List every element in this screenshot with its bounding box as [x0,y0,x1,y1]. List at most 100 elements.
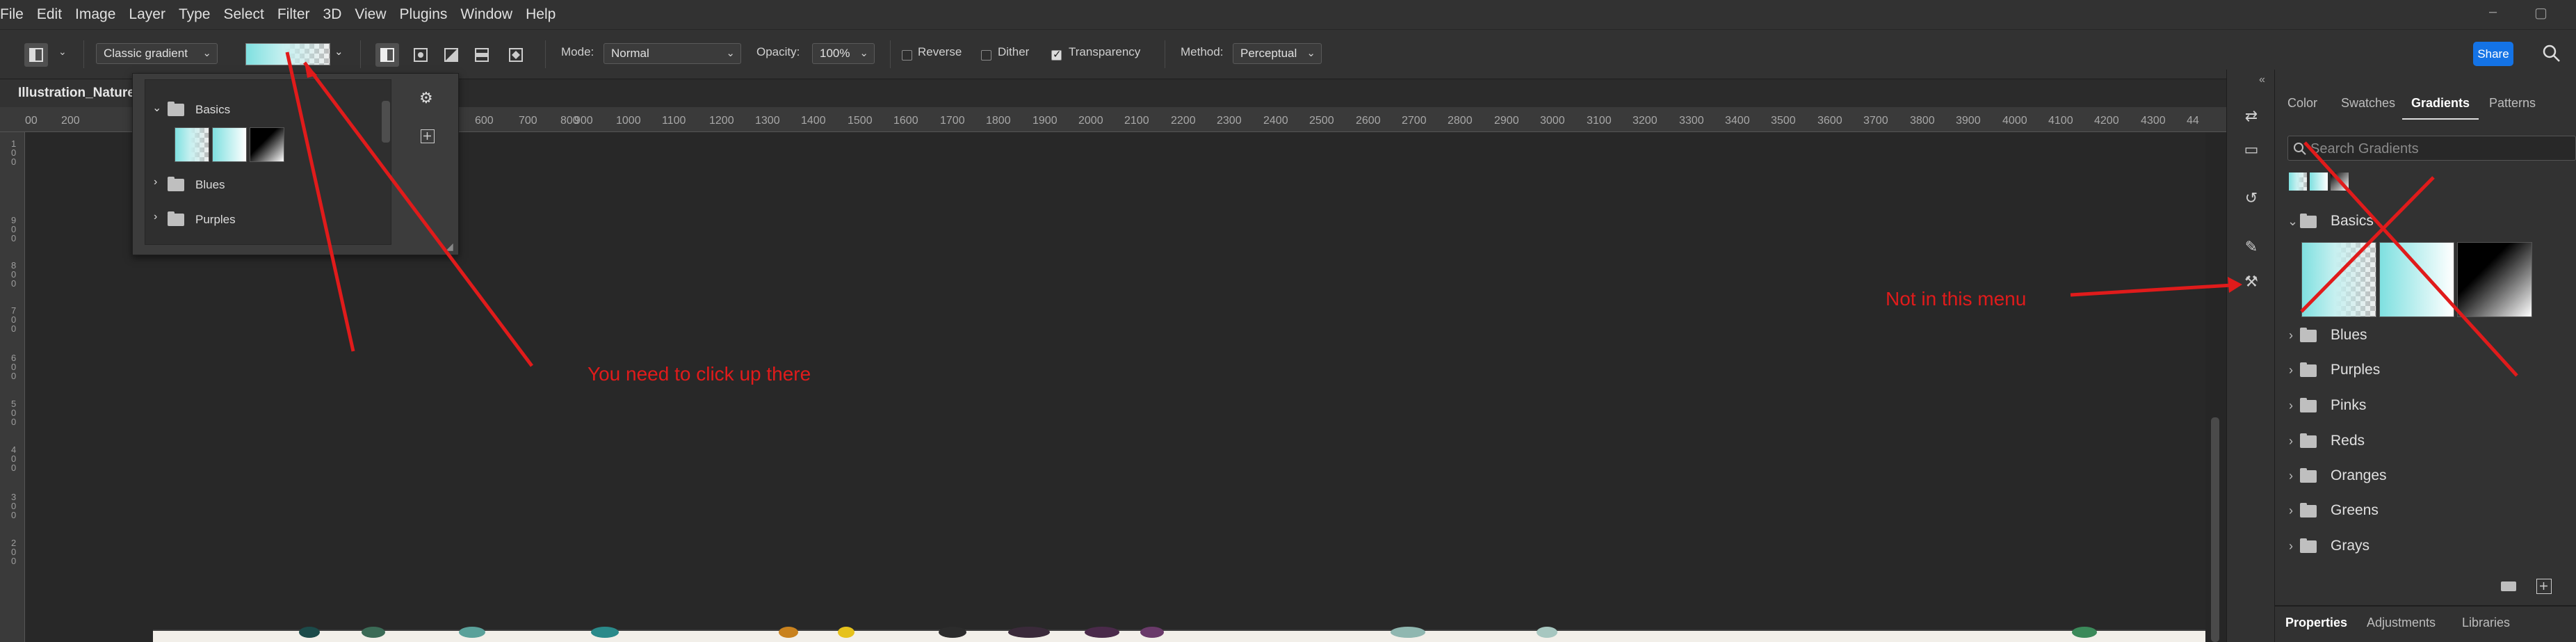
method-dropdown[interactable]: Perceptual ⌄ [1233,43,1322,64]
preset-group-blues[interactable]: › Blues [145,168,375,201]
ruler-tick: 500 [11,399,17,427]
ruler-tick: 00 [25,115,38,127]
group-purples[interactable]: Purples [2331,362,2380,378]
group-label: Purples [195,213,236,226]
history-icon[interactable]: ↺ [2239,186,2263,210]
share-button[interactable]: Share [2473,42,2513,66]
chevron-right-icon[interactable]: › [2289,328,2293,343]
linear-gradient-icon[interactable] [375,43,399,67]
ruler-tick: 2900 [1494,115,1519,127]
comment-icon[interactable]: ▭ [2239,138,2263,161]
search-icon[interactable] [2541,43,2562,64]
new-gradient-icon[interactable] [2536,579,2552,594]
chevron-down-icon[interactable]: ⌄ [2287,214,2298,229]
menu-file[interactable]: File [0,6,24,23]
menu-layer[interactable]: Layer [129,6,165,23]
tool-presets-icon[interactable]: ⚒ [2239,270,2263,294]
gradient-swatch-cyan-white[interactable] [2379,242,2454,317]
menu-3d[interactable]: 3D [323,6,342,23]
menu-edit[interactable]: Edit [37,6,62,23]
gradient-picker-chevron-icon[interactable]: ⌄ [334,45,343,58]
menu-view[interactable]: View [355,6,386,23]
group-greens[interactable]: Greens [2331,502,2379,519]
ruler-tick: 300 [11,492,17,520]
tab-libraries[interactable]: Libraries [2462,616,2510,630]
dither-checkbox[interactable] [981,50,991,61]
recent-gradient-swatch[interactable] [2289,172,2307,191]
mode-dropdown[interactable]: Normal ⌄ [604,43,741,64]
opacity-field[interactable]: 100% ⌄ [812,43,875,64]
group-blues[interactable]: Blues [2331,327,2367,344]
group-grays[interactable]: Grays [2331,538,2370,554]
menu-help[interactable]: Help [526,6,556,23]
scrollbar-thumb[interactable] [2211,417,2219,642]
tab-color[interactable]: Color [2287,96,2317,111]
mode-value: Normal [611,47,649,60]
menu-type[interactable]: Type [179,6,211,23]
tab-gradients[interactable]: Gradients [2411,96,2470,111]
transparency-checkbox[interactable] [1051,48,1062,61]
group-pinks[interactable]: Pinks [2331,397,2366,414]
menu-plugins[interactable]: Plugins [400,6,448,23]
gradient-swatch-cyan-transparent[interactable] [175,127,209,162]
folder-icon [168,177,184,191]
menu-image[interactable]: Image [75,6,115,23]
search-gradients-input[interactable]: Search Gradients [2287,136,2576,161]
artwork-shape [362,627,385,638]
gradient-preview-swatch[interactable] [245,43,330,65]
chevron-right-icon[interactable]: › [2289,469,2293,483]
gear-icon[interactable]: ⚙ [419,89,433,107]
group-reds[interactable]: Reds [2331,433,2365,449]
reflected-gradient-icon[interactable] [470,43,494,67]
menu-filter[interactable]: Filter [277,6,310,23]
brush-settings-icon[interactable]: ✎ [2239,235,2263,259]
gradient-swatch-black-white[interactable] [2457,242,2532,317]
resize-grip-icon[interactable]: ◢ [446,241,453,252]
collapse-panels-icon[interactable]: « [2259,74,2265,86]
recent-gradient-swatch[interactable] [2331,172,2349,191]
document-tab[interactable]: Illustration_Nature [0,79,143,107]
new-preset-icon[interactable] [421,129,435,143]
gradient-swatch-cyan-white[interactable] [212,127,247,162]
chevron-right-icon[interactable]: › [2289,363,2293,378]
tab-patterns[interactable]: Patterns [2489,96,2536,111]
chevron-right-icon[interactable]: › [2289,539,2293,554]
layer-comps-icon[interactable]: ⇄ [2239,104,2263,128]
search-icon [2294,143,2306,155]
recent-gradient-swatch[interactable] [2310,172,2328,191]
tab-adjustments[interactable]: Adjustments [2367,616,2436,630]
reverse-label: Reverse [918,45,962,58]
chevron-right-icon[interactable]: › [2289,504,2293,518]
diamond-gradient-icon[interactable] [504,43,528,67]
preset-group-basics[interactable]: ⌄ Basics [145,93,375,126]
chevron-right-icon[interactable]: › [2289,399,2293,413]
tab-properties[interactable]: Properties [2285,616,2347,630]
artwork-shape [1085,627,1119,638]
gradient-type-dropdown[interactable]: Classic gradient ⌄ [96,43,218,64]
chevron-right-icon[interactable]: › [2289,434,2293,449]
menu-select[interactable]: Select [223,6,264,23]
artwork-shape [1008,627,1050,638]
tool-preset-chevron-icon[interactable]: ⌄ [58,46,67,58]
gradient-swatch-black-white[interactable] [250,127,284,162]
minimize-button[interactable]: – [2489,4,2497,20]
restore-button[interactable]: ▢ [2534,4,2547,22]
gradient-swatch-cyan-transparent[interactable] [2301,242,2376,317]
ruler-tick: 2400 [1263,115,1288,127]
folder-icon [2300,433,2317,448]
gradient-preset-list: ⌄ Basics › Blues › Purples [145,79,391,245]
radial-gradient-icon[interactable] [409,43,432,67]
tab-swatches[interactable]: Swatches [2341,96,2395,111]
group-basics[interactable]: Basics [2331,213,2374,230]
gradient-tool-icon[interactable] [24,43,48,67]
reverse-checkbox[interactable] [902,50,912,61]
preset-group-purples[interactable]: › Purples [145,202,375,236]
popup-scrollbar-thumb[interactable] [382,101,390,143]
panel-icon-column: « ⇄ ▭ ↺ ✎ ⚒ [2226,70,2275,642]
dither-label: Dither [998,45,1030,58]
new-group-folder-icon[interactable] [2501,581,2516,591]
menu-window[interactable]: Window [460,6,512,23]
angle-gradient-icon[interactable] [439,43,463,67]
group-label: Basics [195,103,231,116]
group-oranges[interactable]: Oranges [2331,467,2387,484]
